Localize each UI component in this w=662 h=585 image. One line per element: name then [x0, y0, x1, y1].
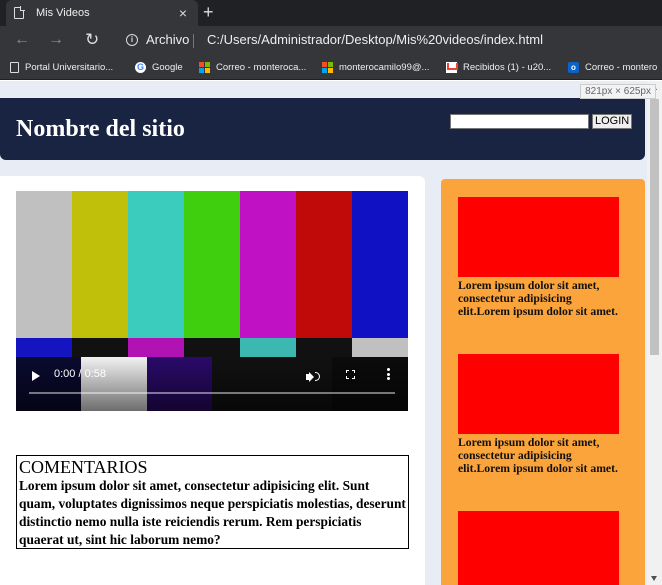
back-arrow-icon[interactable]: ← [14, 31, 30, 49]
page-viewport: 821px × 625px Nombre del sitio LOGIN 0:0… [0, 81, 662, 585]
bookmark-item[interactable]: monterocamilo99@... [322, 60, 429, 75]
page-scrollbar[interactable] [647, 81, 662, 585]
play-icon[interactable] [32, 371, 40, 381]
google-icon: G [135, 62, 146, 73]
bookmark-label: Correo - monteroca... [216, 62, 307, 73]
video-frame-strip [16, 338, 408, 357]
video-time: 0:00 / 0:58 [54, 368, 106, 380]
browser-toolbar: ← → ↻ i Archivo C:/Users/Administrador/D… [0, 26, 662, 55]
site-title: Nombre del sitio [16, 116, 185, 142]
scroll-down-arrow-icon[interactable] [651, 576, 657, 581]
gmail-icon [446, 62, 457, 73]
comments-box: COMENTARIOS Lorem ipsum dolor sit amet, … [16, 455, 409, 549]
comments-text: Lorem ipsum dolor sit amet, consectetur … [19, 478, 406, 547]
bookmark-label: Portal Universitario... [25, 62, 114, 73]
viewport-size-indicator: 821px × 625px [580, 84, 656, 99]
site-header: Nombre del sitio LOGIN [0, 98, 645, 160]
bookmark-label: Correo - montero [585, 62, 658, 73]
page-icon [10, 62, 19, 73]
bookmark-item[interactable]: o Correo - montero [568, 60, 657, 75]
microsoft-icon [322, 62, 333, 73]
bookmark-item[interactable]: Correo - monteroca... [199, 60, 306, 75]
video-controls: 0:00 / 0:58 [16, 357, 408, 411]
bookmark-item[interactable]: Recibidos (1) - u20... [446, 60, 551, 75]
card-image [458, 511, 619, 585]
sidebar-card: Lorem ipsum dolor sit amet, consectetur … [458, 354, 620, 475]
address-bar[interactable]: C:/Users/Administrador/Desktop/Mis%20vid… [207, 32, 543, 47]
video-progress-bar[interactable] [29, 392, 395, 394]
outlook-icon: o [568, 62, 579, 73]
bookmark-item[interactable]: G Google [135, 60, 183, 75]
sidebar: Lorem ipsum dolor sit amet, consectetur … [441, 179, 645, 585]
search-input[interactable] [450, 114, 589, 129]
main-content: 0:00 / 0:58 COMENTARIOS Lorem ipsum dolo… [0, 176, 425, 585]
microsoft-icon [199, 62, 210, 73]
video-frame-color-bars [16, 191, 408, 338]
bookmark-label: monterocamilo99@... [339, 62, 430, 73]
card-image [458, 354, 619, 434]
card-text: Lorem ipsum dolor sit amet, consectetur … [458, 279, 618, 318]
sidebar-card [458, 511, 620, 585]
sidebar-card: Lorem ipsum dolor sit amet, consectetur … [458, 197, 620, 318]
address-divider [193, 34, 194, 48]
info-icon[interactable]: i [126, 34, 138, 46]
scrollbar-thumb[interactable] [650, 99, 659, 355]
close-tab-icon[interactable]: × [176, 6, 190, 20]
page-icon [14, 6, 25, 19]
address-scheme-label: Archivo [146, 32, 190, 47]
card-image [458, 197, 619, 277]
bookmarks-bar: Portal Universitario... G Google Correo … [0, 55, 662, 80]
new-tab-button[interactable]: + [203, 3, 214, 21]
bookmark-item[interactable]: Portal Universitario... [10, 60, 113, 75]
bookmark-label: Google [152, 62, 183, 73]
more-options-icon[interactable] [387, 368, 390, 382]
fullscreen-icon[interactable] [346, 370, 355, 379]
volume-icon[interactable] [306, 369, 320, 383]
reload-icon[interactable]: ↻ [85, 31, 99, 49]
forward-arrow-icon[interactable]: → [48, 31, 64, 49]
tab-title: Mis Videos [36, 7, 90, 19]
bookmark-label: Recibidos (1) - u20... [463, 62, 552, 73]
login-button[interactable]: LOGIN [592, 114, 633, 129]
comments-title: COMENTARIOS [19, 457, 148, 477]
video-player[interactable]: 0:00 / 0:58 [16, 191, 408, 411]
browser-tab[interactable]: Mis Videos × [6, 0, 198, 26]
browser-tab-strip: Mis Videos × + [0, 0, 662, 26]
card-text: Lorem ipsum dolor sit amet, consectetur … [458, 436, 618, 475]
